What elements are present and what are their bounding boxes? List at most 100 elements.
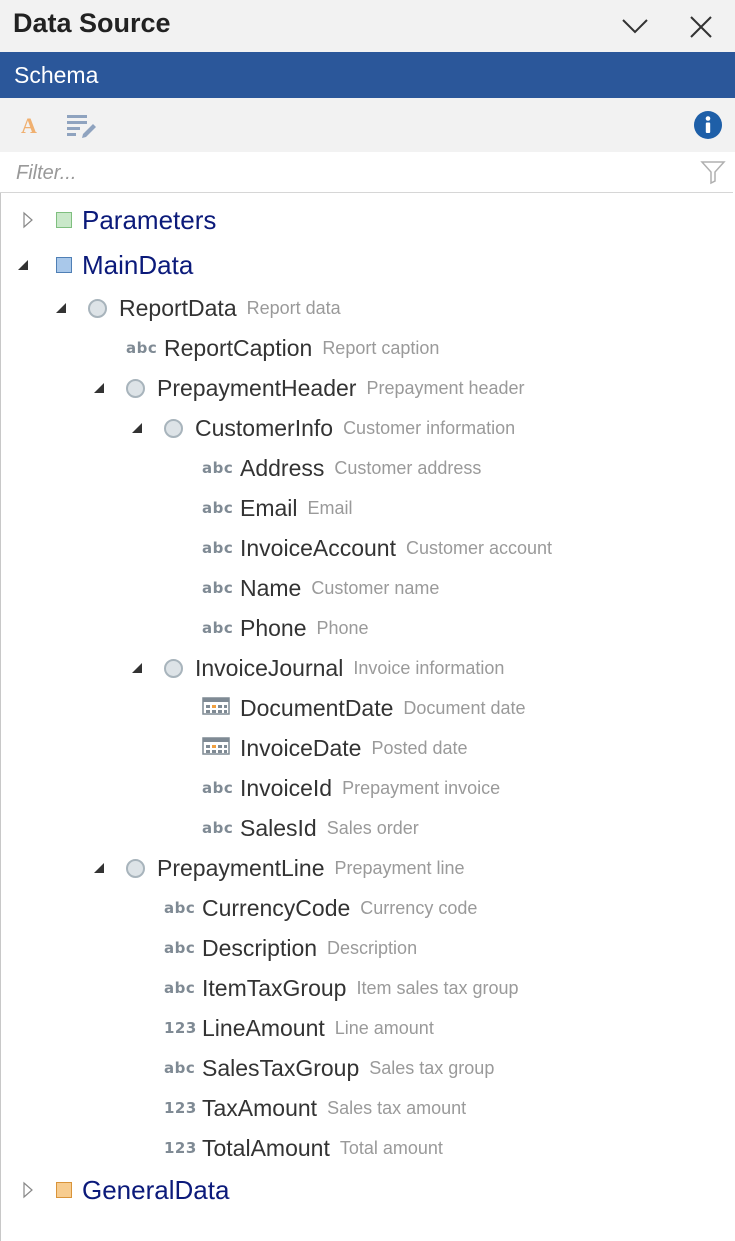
node-label: Name bbox=[240, 574, 302, 601]
node-description: Prepayment header bbox=[366, 377, 525, 398]
collapse-icon[interactable] bbox=[128, 419, 146, 437]
string-type-icon: abc bbox=[164, 939, 196, 957]
node-label: TaxAmount bbox=[202, 1094, 318, 1121]
expand-icon[interactable] bbox=[20, 1181, 38, 1199]
node-description: Email bbox=[307, 497, 353, 518]
generaldata-box-icon bbox=[56, 1182, 72, 1198]
tree-node-parameters[interactable]: Parameters bbox=[20, 200, 216, 240]
filter-input[interactable] bbox=[14, 158, 688, 188]
node-label: Phone bbox=[240, 614, 307, 641]
string-type-icon: abc bbox=[202, 779, 234, 797]
node-label: Parameters bbox=[82, 204, 217, 235]
node-description: Sales tax group bbox=[369, 1057, 495, 1078]
tree-node-totalamount[interactable]: 123 TotalAmount Total amount bbox=[164, 1128, 443, 1168]
info-icon bbox=[694, 111, 722, 139]
collapse-icon[interactable] bbox=[14, 256, 32, 274]
panel-header: Data Source bbox=[0, 0, 735, 52]
font-button[interactable]: A bbox=[16, 110, 46, 140]
schema-tab[interactable]: Schema bbox=[0, 52, 735, 98]
node-label: MainData bbox=[82, 249, 194, 280]
node-label: SalesId bbox=[240, 814, 317, 841]
tree-node-generaldata[interactable]: GeneralData bbox=[20, 1170, 229, 1210]
node-label: PrepaymentLine bbox=[157, 854, 325, 881]
node-label: InvoiceDate bbox=[240, 734, 362, 761]
number-type-icon: 123 bbox=[164, 1139, 197, 1157]
tree-node-invoicejournal[interactable]: InvoiceJournal Invoice information bbox=[128, 648, 504, 688]
tree-node-currencycode[interactable]: abc CurrencyCode Currency code bbox=[164, 888, 477, 928]
collapse-icon[interactable] bbox=[90, 379, 108, 397]
node-description: Currency code bbox=[360, 897, 478, 918]
tree-node-salesid[interactable]: abc SalesId Sales order bbox=[202, 808, 419, 848]
collapse-button[interactable] bbox=[618, 10, 652, 44]
svg-text:A: A bbox=[21, 113, 37, 138]
tree-node-address[interactable]: abc Address Customer address bbox=[202, 448, 481, 488]
edit-list-button[interactable] bbox=[66, 110, 96, 140]
tree-node-email[interactable]: abc Email Email bbox=[202, 488, 353, 528]
node-description: Sales order bbox=[326, 817, 419, 838]
node-label: InvoiceJournal bbox=[195, 654, 344, 681]
number-type-icon: 123 bbox=[164, 1019, 197, 1037]
node-label: InvoiceAccount bbox=[240, 534, 396, 561]
tree-node-name[interactable]: abc Name Customer name bbox=[202, 568, 439, 608]
collapse-icon[interactable] bbox=[52, 299, 70, 317]
node-label: CustomerInfo bbox=[195, 414, 334, 441]
tree-node-reportcaption[interactable]: abc ReportCaption Report caption bbox=[126, 328, 439, 368]
tree-node-customerinfo[interactable]: CustomerInfo Customer information bbox=[128, 408, 515, 448]
tree-node-phone[interactable]: abc Phone Phone bbox=[202, 608, 369, 648]
node-label: Description bbox=[202, 934, 318, 961]
node-description: Line amount bbox=[334, 1017, 434, 1038]
node-description: Invoice information bbox=[353, 657, 505, 678]
tree-node-invoicedate[interactable]: InvoiceDate Posted date bbox=[202, 728, 468, 768]
collapse-icon[interactable] bbox=[128, 659, 146, 677]
node-description: Prepayment invoice bbox=[342, 777, 501, 798]
node-label: SalesTaxGroup bbox=[202, 1054, 360, 1081]
tree-node-prepaymentheader[interactable]: PrepaymentHeader Prepayment header bbox=[90, 368, 525, 408]
tree-node-taxamount[interactable]: 123 TaxAmount Sales tax amount bbox=[164, 1088, 466, 1128]
tree-node-maindata[interactable]: MainData bbox=[14, 245, 193, 285]
tree-node-invoiceid[interactable]: abc InvoiceId Prepayment invoice bbox=[202, 768, 500, 808]
container-icon bbox=[126, 378, 145, 398]
node-label: InvoiceId bbox=[240, 774, 333, 801]
info-button[interactable] bbox=[693, 110, 723, 140]
toolbar: A bbox=[0, 98, 735, 152]
tree-node-reportdata[interactable]: ReportData Report data bbox=[52, 288, 341, 328]
container-icon bbox=[164, 418, 183, 438]
font-a-icon: A bbox=[21, 113, 37, 138]
tree-node-description[interactable]: abc Description Description bbox=[164, 928, 417, 968]
tree-node-itemtaxgroup[interactable]: abc ItemTaxGroup Item sales tax group bbox=[164, 968, 519, 1008]
string-type-icon: abc bbox=[202, 459, 234, 477]
node-description: Document date bbox=[403, 697, 526, 718]
expand-icon[interactable] bbox=[20, 211, 38, 229]
tree-node-documentdate[interactable]: DocumentDate Document date bbox=[202, 688, 526, 728]
tree-node-invoiceaccount[interactable]: abc InvoiceAccount Customer account bbox=[202, 528, 552, 568]
tree-node-lineamount[interactable]: 123 LineAmount Line amount bbox=[164, 1008, 434, 1048]
string-type-icon: abc bbox=[202, 539, 234, 557]
tree-node-salestaxgroup[interactable]: abc SalesTaxGroup Sales tax group bbox=[164, 1048, 494, 1088]
node-description: Total amount bbox=[339, 1137, 443, 1158]
node-label: Email bbox=[240, 494, 298, 521]
node-description: Customer account bbox=[405, 537, 553, 558]
schema-label: Schema bbox=[14, 62, 99, 88]
node-description: Customer address bbox=[334, 457, 482, 478]
node-label: DocumentDate bbox=[240, 694, 394, 721]
close-button[interactable] bbox=[684, 10, 718, 44]
node-label: LineAmount bbox=[202, 1014, 325, 1041]
panel-title: Data Source bbox=[13, 8, 171, 38]
number-type-icon: 123 bbox=[164, 1099, 197, 1117]
container-icon bbox=[88, 298, 107, 318]
panel-left-border bbox=[0, 193, 1, 1241]
chevron-down-icon bbox=[622, 19, 648, 34]
date-type-icon bbox=[202, 696, 232, 720]
node-description: Item sales tax group bbox=[356, 977, 519, 998]
node-label: ReportData bbox=[119, 294, 237, 321]
node-description: Customer name bbox=[311, 577, 440, 598]
node-label: ItemTaxGroup bbox=[202, 974, 347, 1001]
filter-icon[interactable] bbox=[700, 159, 726, 185]
node-description: Sales tax amount bbox=[327, 1097, 467, 1118]
node-label: TotalAmount bbox=[202, 1134, 330, 1161]
string-type-icon: abc bbox=[164, 979, 196, 997]
container-icon bbox=[164, 658, 183, 678]
edit-list-icon bbox=[67, 115, 96, 138]
tree-node-prepaymentline[interactable]: PrepaymentLine Prepayment line bbox=[90, 848, 465, 888]
collapse-icon[interactable] bbox=[90, 859, 108, 877]
